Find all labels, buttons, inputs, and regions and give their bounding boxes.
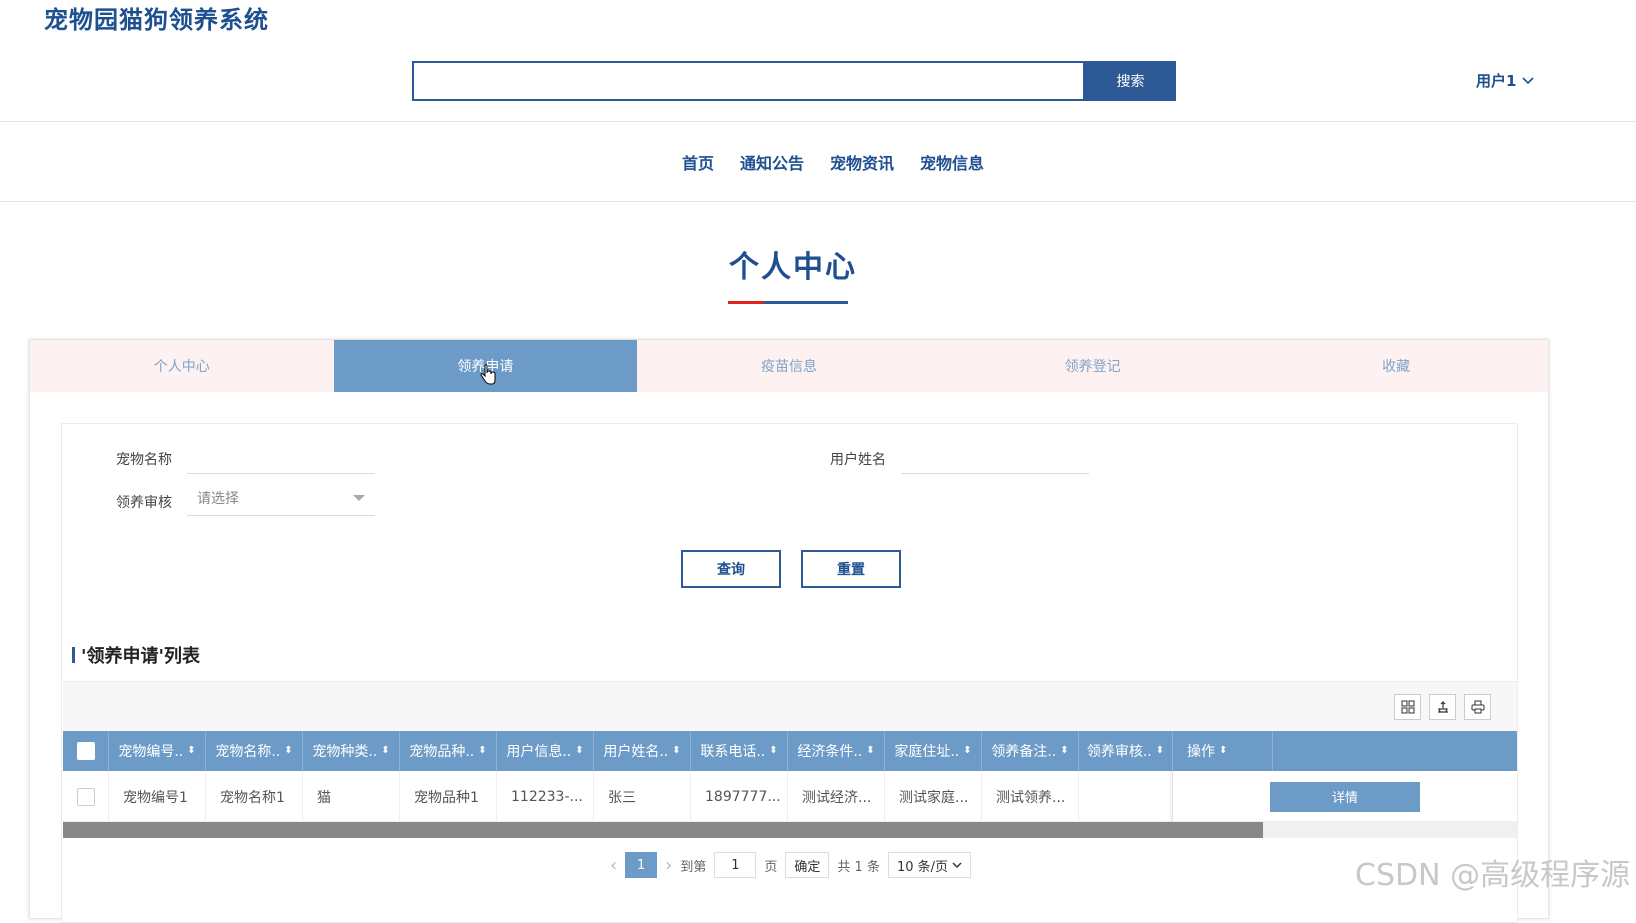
- review-select[interactable]: 请选择: [187, 480, 375, 516]
- detail-button[interactable]: 详情: [1270, 781, 1420, 812]
- cell-pet-id: 宠物编号1: [109, 771, 206, 822]
- sort-icon: ⬍: [1219, 745, 1228, 756]
- sort-icon: ⬍: [672, 745, 681, 756]
- cell-remark: 测试领养...: [982, 771, 1079, 822]
- total-count: 共 1 条: [837, 859, 880, 875]
- page-1[interactable]: 1: [625, 852, 658, 878]
- mouse-cursor-icon: [480, 364, 496, 385]
- sort-icon: ⬍: [1060, 745, 1069, 756]
- sort-icon: ⬍: [187, 745, 196, 756]
- user-menu[interactable]: 用户1: [1476, 70, 1535, 91]
- goto-label: 到第: [680, 859, 707, 875]
- chevron-down-icon: [952, 861, 962, 868]
- cell-user-name: 张三: [594, 771, 691, 822]
- content-area: 宠物名称 用户姓名 领养审核 请选择 查询 重置 '领养申请'列表 宠物编号..…: [61, 423, 1518, 923]
- sort-icon: ⬍: [963, 745, 972, 756]
- page-size-value: 10 条/页: [896, 859, 949, 875]
- sort-icon: ⬍: [769, 745, 778, 756]
- col-address[interactable]: 家庭住址.. ⬍: [885, 731, 982, 771]
- page-unit-label: 页: [764, 859, 778, 875]
- list-title-text: '领养申请'列表: [81, 646, 201, 667]
- nav-notice[interactable]: 通知公告: [740, 150, 804, 174]
- cell-action: 详情: [1173, 771, 1517, 822]
- query-button[interactable]: 查询: [681, 550, 781, 588]
- next-page-icon[interactable]: ›: [665, 855, 672, 876]
- cell-economy: 测试经济...: [788, 771, 885, 822]
- col-economy[interactable]: 经济条件.. ⬍: [788, 731, 885, 771]
- tab-adoption-register[interactable]: 领养登记: [941, 340, 1245, 392]
- nav-home[interactable]: 首页: [682, 150, 714, 174]
- review-label: 领养审核: [116, 495, 172, 511]
- col-user-info[interactable]: 用户信息.. ⬍: [497, 731, 594, 771]
- main-nav: 首页 通知公告 宠物资讯 宠物信息: [0, 150, 1636, 174]
- chevron-down-icon: [1522, 76, 1535, 84]
- sort-icon: ⬍: [478, 745, 487, 756]
- sort-icon: ⬍: [575, 745, 584, 756]
- cell-pet-name: 宠物名称1: [206, 771, 303, 822]
- review-select-placeholder: 请选择: [197, 490, 239, 507]
- page-title: 个人中心: [729, 250, 857, 285]
- search-button[interactable]: 搜索: [1085, 61, 1176, 101]
- export-icon[interactable]: [1429, 694, 1456, 720]
- col-filler: [1273, 731, 1517, 771]
- horizontal-scrollbar[interactable]: [63, 822, 1517, 838]
- select-all-cell: [63, 731, 109, 771]
- user-name: 用户1: [1476, 72, 1517, 90]
- cell-user-info: 112233-...: [497, 771, 594, 822]
- table-row: 宠物编号1 宠物名称1 猫 宠物品种1 112233-... 张三 189777…: [63, 771, 1517, 822]
- title-underline-accent: [728, 301, 764, 304]
- cell-pet-breed: 宠物品种1: [400, 771, 497, 822]
- nav-pet-info[interactable]: 宠物信息: [920, 150, 984, 174]
- list-title: '领养申请'列表: [72, 642, 200, 668]
- cell-phone: 1897777...: [691, 771, 788, 822]
- sort-icon: ⬍: [381, 745, 390, 756]
- sort-icon: ⬍: [1155, 745, 1165, 756]
- profile-panel: 个人中心 领养申请 疫苗信息 领养登记 收藏 宠物名称 用户姓名 领养审核 请选…: [29, 339, 1549, 923]
- goto-confirm-button[interactable]: 确定: [785, 852, 830, 878]
- header-divider: [0, 121, 1636, 122]
- cell-address: 测试家庭...: [885, 771, 982, 822]
- watermark: CSDN @高级程序源: [1355, 858, 1631, 893]
- tab-favorites[interactable]: 收藏: [1244, 340, 1548, 392]
- cell-review: [1079, 771, 1173, 822]
- pet-name-input[interactable]: [187, 438, 375, 474]
- cell-pet-type: 猫: [303, 771, 400, 822]
- col-pet-type[interactable]: 宠物种类.. ⬍: [303, 731, 400, 771]
- user-name-input[interactable]: [901, 438, 1089, 474]
- sort-icon: ⬍: [866, 745, 875, 756]
- goto-page-input[interactable]: 1: [714, 852, 757, 878]
- col-phone[interactable]: 联系电话.. ⬍: [691, 731, 788, 771]
- scrollbar-thumb[interactable]: [63, 822, 1263, 838]
- tab-vaccine-info[interactable]: 疫苗信息: [637, 340, 941, 392]
- nav-divider: [0, 201, 1636, 202]
- profile-tabs: 个人中心 领养申请 疫苗信息 领养登记 收藏: [30, 340, 1548, 392]
- select-all-checkbox[interactable]: [76, 742, 95, 760]
- sort-icon: ⬍: [284, 745, 293, 756]
- columns-icon[interactable]: [1394, 694, 1421, 720]
- nav-pet-news[interactable]: 宠物资讯: [830, 150, 894, 174]
- table-toolbar: [63, 681, 1517, 731]
- col-review[interactable]: 领养审核.. ⬍: [1079, 731, 1173, 771]
- search-input[interactable]: [412, 61, 1085, 101]
- row-select-cell: [63, 771, 109, 822]
- col-pet-name[interactable]: 宠物名称.. ⬍: [206, 731, 303, 771]
- user-name-label: 用户姓名: [830, 452, 886, 468]
- app-title: 宠物园猫狗领养系统: [44, 6, 269, 34]
- col-remark[interactable]: 领养备注.. ⬍: [982, 731, 1079, 771]
- row-checkbox[interactable]: [77, 787, 95, 806]
- reset-button[interactable]: 重置: [801, 550, 901, 588]
- col-user-name[interactable]: 用户姓名.. ⬍: [594, 731, 691, 771]
- table-header: 宠物编号.. ⬍ 宠物名称.. ⬍ 宠物种类.. ⬍ 宠物品种.. ⬍ 用户信息.. ⬍ …: [63, 731, 1517, 771]
- col-pet-breed[interactable]: 宠物品种.. ⬍: [400, 731, 497, 771]
- dropdown-caret-icon: [353, 495, 365, 501]
- page-size-select[interactable]: 10 条/页: [887, 852, 972, 878]
- print-icon[interactable]: [1464, 694, 1491, 720]
- col-action[interactable]: 操作 ⬍: [1173, 731, 1273, 771]
- pagination: ‹ 1 › 到第 1 页 确定 共 1 条 10 条/页: [62, 852, 1519, 878]
- tab-profile[interactable]: 个人中心: [30, 340, 334, 392]
- prev-page-icon[interactable]: ‹: [610, 855, 617, 876]
- pet-name-label: 宠物名称: [116, 452, 172, 468]
- list-title-bar: [72, 647, 75, 663]
- col-pet-id[interactable]: 宠物编号.. ⬍: [109, 731, 206, 771]
